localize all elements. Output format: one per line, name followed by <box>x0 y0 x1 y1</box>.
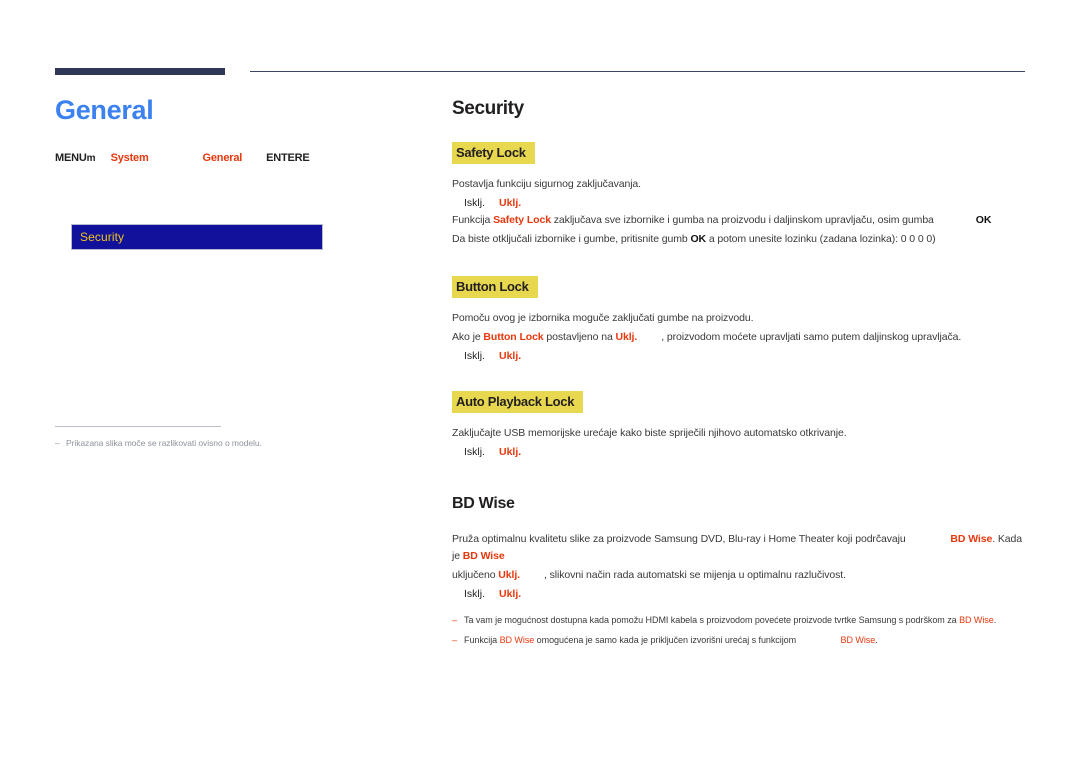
menu-path-step-system: System <box>110 151 149 164</box>
auto-playback-lock-desc-post: memorijske urećaje kako biste spriječili… <box>525 427 847 439</box>
safety-lock-line-1-pre: Funkcija <box>452 214 494 226</box>
left-note: – Prikazana slika moče se razlikovati ovi… <box>55 438 385 448</box>
bd-wise-line-2-pre: uključeno <box>452 569 499 581</box>
auto-playback-lock-option-off: Isklj. <box>464 446 485 458</box>
bd-wise-footnote-2-term: BD Wise <box>499 635 535 646</box>
bd-wise-footnote-1-post: . <box>993 615 997 625</box>
safety-lock-line-1-term: Safety Lock <box>493 214 551 226</box>
section-title-bd-wise: BD Wise <box>452 495 515 512</box>
menu-path-arrow-1-icon: m <box>86 152 96 164</box>
left-column: General MENUm System General ENTERE <box>55 95 395 202</box>
safety-lock-description: Postavlja funkciju sigurnog zaključavanj… <box>452 178 641 190</box>
bd-wise-options: Isklj. Uklj. <box>464 586 1030 603</box>
enter-symbol-icon: E <box>302 151 310 164</box>
button-lock-option-on: Uklj. <box>499 350 522 362</box>
bd-wise-footnote-1: – Ta vam je mogućnost dostupna kada pomož… <box>452 613 1030 627</box>
button-lock-options: Isklj. Uklj. <box>464 348 1030 365</box>
safety-lock-line-2: Da biste otključali izbornike i gumbe, p… <box>452 231 1030 248</box>
menu-path-step-general: General <box>202 151 243 164</box>
auto-playback-lock-desc-term: USB <box>503 427 526 439</box>
menu-path-enter-key: ENTER <box>266 151 303 164</box>
bd-wise-footnote-2-bullet-icon: – <box>452 635 457 646</box>
safety-lock-line-2-pre: Da biste otključali izbornike i gumbe, p… <box>452 233 691 245</box>
menu-path: MENUm System General ENTERE <box>55 152 395 164</box>
safety-lock-line-2-post: a potom unesite lozinku (zadana lozinka)… <box>706 233 936 245</box>
bd-wise-option-off: Isklj. <box>464 588 485 600</box>
safety-lock-line-1: Funkcija Safety Lock zaključava sve izbo… <box>452 212 1030 229</box>
bd-wise-footnote-2-term-2: BD Wise <box>840 635 876 646</box>
bd-wise-option-on: Uklj. <box>499 588 522 600</box>
bd-wise-footnote-2: – Funkcija BD Wise omogućena je samo kada… <box>452 633 1030 647</box>
bd-wise-line-1-term-2: BD Wise <box>462 550 505 562</box>
section-title-security: Security <box>452 98 524 119</box>
page-title: General <box>55 95 154 125</box>
button-lock-description: Pomoču ovog je izbornika moguče zaključa… <box>452 312 754 324</box>
auto-playback-lock-description: Zaključajte USB memorijske urećaje kako … <box>452 425 1030 442</box>
bd-wise-line-2: uključeno Uklj. , slikovni način rada aut… <box>452 567 1030 584</box>
button-lock-line-1-post: , proizvodom moćete upravljati samo pute… <box>661 331 962 343</box>
bd-wise-footnote-1-bullet-icon: – <box>452 615 457 625</box>
osd-selected-item-security[interactable]: Security <box>80 230 124 244</box>
bd-wise-footnote-1-term: BD Wise <box>959 615 994 625</box>
button-lock-line-1-term: Button Lock <box>483 331 544 343</box>
bd-wise-footnote-2-post: . <box>875 635 878 646</box>
safety-lock-option-on: Uklj. <box>499 197 522 209</box>
header-rule-thin <box>250 71 1025 72</box>
subsection-button-lock: Button Lock <box>452 276 538 298</box>
left-note-divider <box>55 426 221 427</box>
left-note-bullet-icon: – <box>55 438 60 448</box>
auto-playback-lock-desc-pre: Zaključajte <box>452 427 504 439</box>
header-rule-thick <box>55 68 225 75</box>
safety-lock-option-off: Isklj. <box>464 197 485 209</box>
menu-path-menu-key: MENU <box>55 151 87 164</box>
safety-lock-line-1-key: OK <box>975 214 992 226</box>
button-lock-line-1: Ako je Button Lock postavljeno na Uklj.,… <box>452 329 1030 346</box>
subsection-auto-playback-lock: Auto Playback Lock <box>452 391 584 413</box>
bd-wise-line-1-pre: Pruža optimalnu kvalitetu slike za proiz… <box>452 533 909 545</box>
button-lock-line-1-mid: postavljeno na <box>543 331 616 343</box>
safety-lock-line-2-key: OK <box>690 233 707 245</box>
button-lock-option-off: Isklj. <box>464 350 485 362</box>
button-lock-line-1-pre: Ako je <box>452 331 484 343</box>
subsection-safety-lock: Safety Lock <box>452 142 535 164</box>
left-note-text: Prikazana slika moče se razlikovati ovis… <box>66 438 262 448</box>
safety-lock-options: Isklj. Uklj. <box>464 195 1030 212</box>
bd-wise-line-1-term: BD Wise <box>950 533 993 545</box>
bd-wise-line-2-post: , slikovni način rada automatski se mije… <box>543 569 846 581</box>
bd-wise-footnote-2-mid: omogućena je samo kada je priključen izv… <box>534 635 799 646</box>
bd-wise-footnote-1-pre: Ta vam je mogućnost dostupna kada pomožu… <box>464 615 960 625</box>
bd-wise-line-1: Pruža optimalnu kvalitetu slike za proiz… <box>452 531 1030 565</box>
auto-playback-lock-option-on: Uklj. <box>499 446 522 458</box>
button-lock-line-1-value: Uklj. <box>615 331 638 343</box>
bd-wise-line-2-value: Uklj. <box>498 569 520 581</box>
auto-playback-lock-options: Isklj. Uklj. <box>464 444 1030 461</box>
right-column: Security Safety Lock Postavlja funkciju … <box>452 98 1030 654</box>
safety-lock-line-1-post: zaključava sve izbornike i gumba na proi… <box>550 214 934 226</box>
bd-wise-footnote-2-pre: Funkcija <box>464 635 500 646</box>
osd-menu-mock: Security <box>71 224 323 250</box>
